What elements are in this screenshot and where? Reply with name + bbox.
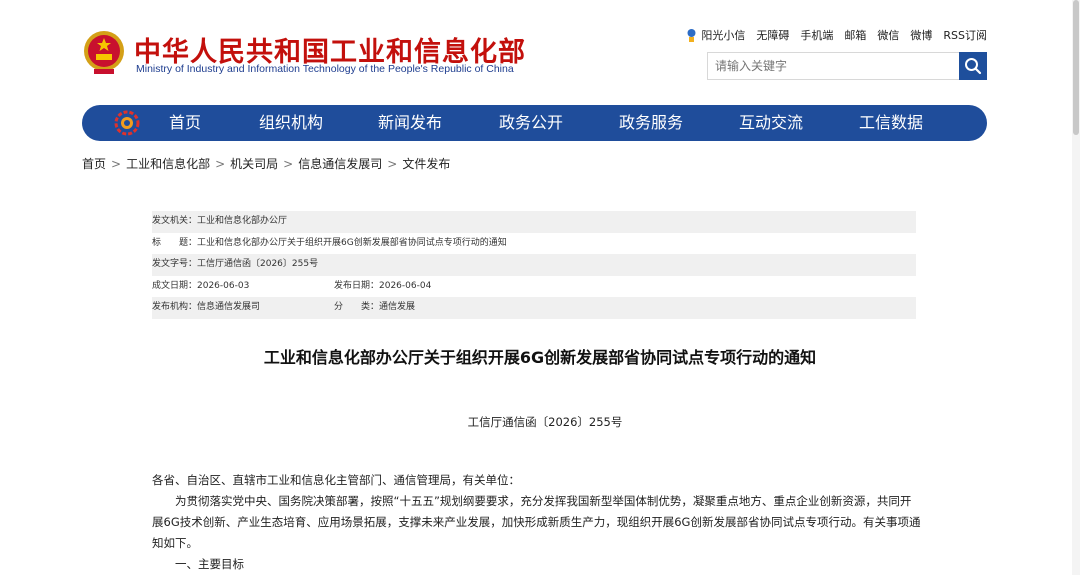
site-subtitle: Ministry of Industry and Information Tec… xyxy=(136,63,514,75)
section-heading: 一、主要目标 xyxy=(175,557,244,571)
link-mail[interactable]: 邮箱 xyxy=(844,27,866,43)
breadcrumb-dept[interactable]: 信息通信发展司 xyxy=(298,157,382,171)
link-mobile[interactable]: 手机端 xyxy=(800,27,833,43)
top-links: 阳光小信 无障碍 手机端 邮箱 微信 微博 RSS订阅 xyxy=(685,27,987,43)
meta-row-dates: 成文日期：2026-06-03 发布日期：2026-06-04 xyxy=(152,280,432,291)
breadcrumb-ministry[interactable]: 工业和信息化部 xyxy=(126,157,210,171)
salutation: 各省、自治区、直辖市工业和信息化主管部门、通信管理局，有关单位： xyxy=(152,473,520,487)
national-emblem-icon[interactable] xyxy=(82,29,126,77)
meta-row-publisher: 发布机构：信息通信发展司分 类：通信发展 xyxy=(152,297,916,319)
link-rss[interactable]: RSS订阅 xyxy=(943,27,987,43)
nav-news[interactable]: 新闻发布 xyxy=(378,105,442,141)
breadcrumb-separator: > xyxy=(387,157,398,171)
nav-organization[interactable]: 组织机构 xyxy=(259,105,323,141)
link-sunshine[interactable]: 阳光小信 xyxy=(685,27,745,43)
nav-interaction[interactable]: 互动交流 xyxy=(739,105,803,141)
search-icon xyxy=(965,58,982,75)
main-nav: 首页 组织机构 新闻发布 政务公开 政务服务 互动交流 工信数据 xyxy=(82,105,987,141)
link-accessibility[interactable]: 无障碍 xyxy=(756,27,789,43)
document-title: 工业和信息化部办公厅关于组织开展6G创新发展部省协同试点专项行动的通知 xyxy=(263,348,817,367)
paragraph: 为贯彻落实党中央、国务院决策部署，按照“十五五”规划纲要要求，充分发挥我国新型举… xyxy=(152,494,921,550)
scrollbar-thumb[interactable] xyxy=(1073,0,1079,135)
document-body: 各省、自治区、直辖市工业和信息化主管部门、通信管理局，有关单位： 为贯彻落实党中… xyxy=(152,470,922,575)
search-box xyxy=(707,52,987,80)
breadcrumb-departments[interactable]: 机关司局 xyxy=(230,157,278,171)
search-button[interactable] xyxy=(959,52,987,80)
link-wechat[interactable]: 微信 xyxy=(877,27,899,43)
nav-home[interactable]: 首页 xyxy=(169,105,201,141)
link-weibo[interactable]: 微博 xyxy=(910,27,932,43)
breadcrumb-separator: > xyxy=(283,157,294,171)
site-header: 中华人民共和国工业和信息化部 Ministry of Industry and … xyxy=(82,24,987,94)
nav-gov-service[interactable]: 政务服务 xyxy=(619,105,683,141)
document-metadata: 发文机关：工业和信息化部办公厅 标 题：工业和信息化部办公厅关于组织开展6G创新… xyxy=(152,211,916,319)
meta-row-issuer: 发文机关：工业和信息化部办公厅 xyxy=(152,211,916,233)
document-number: 工信厅通信函〔2026〕255号 xyxy=(467,415,623,429)
nav-data[interactable]: 工信数据 xyxy=(859,105,923,141)
page-scrollbar[interactable] xyxy=(1072,0,1080,575)
breadcrumb-separator: > xyxy=(111,157,122,171)
breadcrumb-home[interactable]: 首页 xyxy=(82,157,106,171)
breadcrumb-separator: > xyxy=(215,157,226,171)
miit-logo-icon xyxy=(114,110,140,136)
nav-gov-info[interactable]: 政务公开 xyxy=(499,105,563,141)
search-input[interactable] xyxy=(707,52,959,80)
meta-row-docno: 发文字号：工信厅通信函〔2026〕255号 xyxy=(152,254,916,276)
breadcrumb-current[interactable]: 文件发布 xyxy=(402,157,450,171)
meta-row-title: 标 题：工业和信息化部办公厅关于组织开展6G创新发展部省协同试点专项行动的通知 xyxy=(152,237,507,248)
breadcrumb: 首页 > 工业和信息化部 > 机关司局 > 信息通信发展司 > 文件发布 xyxy=(82,155,450,172)
mascot-icon xyxy=(687,28,696,42)
